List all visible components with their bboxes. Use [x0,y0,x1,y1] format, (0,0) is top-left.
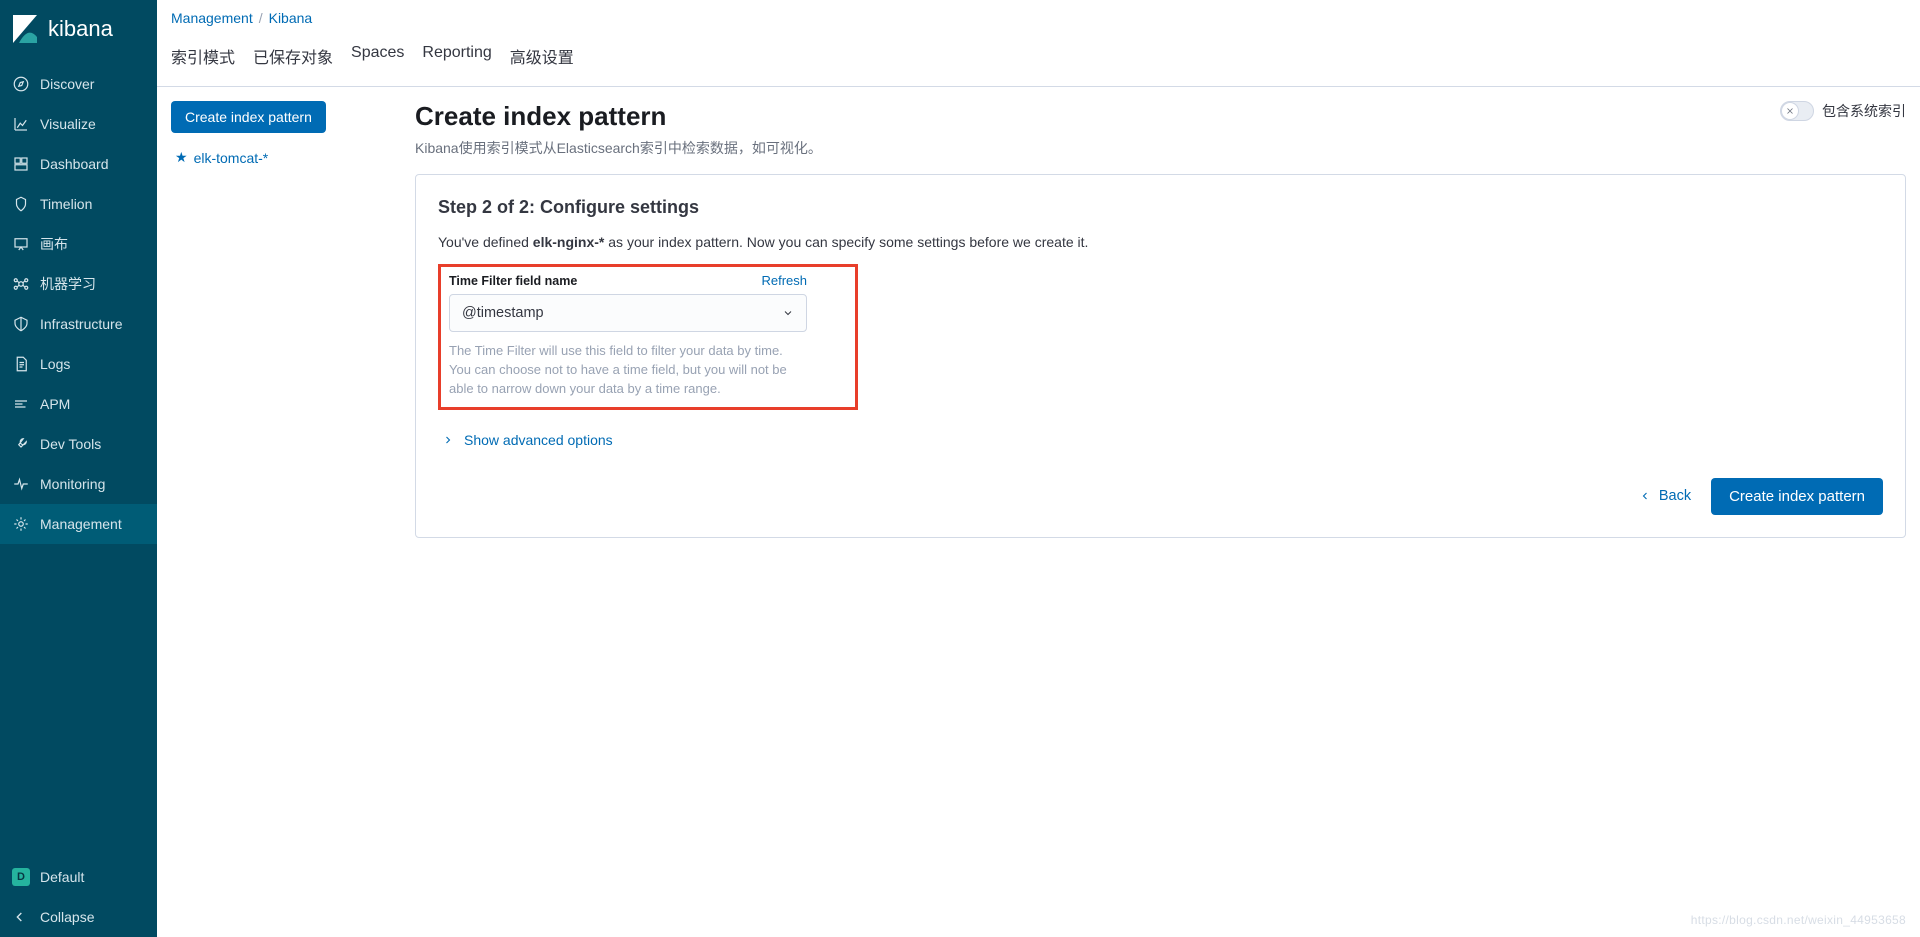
sidebar-item-visualize[interactable]: Visualize [0,104,157,144]
time-filter-field-select[interactable]: @timestamp [449,294,807,332]
breadcrumb-item-kibana[interactable]: Kibana [269,10,313,26]
logs-icon [12,355,40,373]
chevron-down-icon [782,307,794,319]
sidebar-item-label: 画布 [40,234,68,254]
sidebar-item-label: Dev Tools [40,436,101,452]
apm-icon [12,395,40,413]
lead-post: as your index pattern. Now you can speci… [604,234,1088,250]
kibana-logo-icon [12,14,38,44]
system-indices-toggle-area: 包含系统索引 [1780,101,1906,121]
tab-spaces[interactable]: Spaces [351,44,404,72]
sidebar-item-label: Logs [40,356,70,372]
back-button[interactable]: Back [1639,488,1691,504]
sidebar-item-logs[interactable]: Logs [0,344,157,384]
collapse-icon [12,909,40,925]
sidebar-item-label: Visualize [40,116,96,132]
star-icon: ★ [175,149,188,166]
chevron-left-icon [1639,490,1651,502]
gear-icon [12,515,40,533]
sidebar-item-label: Infrastructure [40,316,122,332]
step-title: Step 2 of 2: Configure settings [438,197,1883,218]
index-patterns-list-panel: Create index pattern ★ elk-tomcat-* [171,101,401,538]
system-indices-label: 包含系统索引 [1822,101,1906,121]
time-filter-highlight-box: Time Filter field name Refresh @timestam… [438,264,858,410]
sidebar-item-monitoring[interactable]: Monitoring [0,464,157,504]
sidebar-item-management[interactable]: Management [0,504,157,544]
tab-saved-objects[interactable]: 已保存对象 [253,44,333,72]
sidebar-space-selector[interactable]: D Default [0,857,157,897]
wrench-icon [12,435,40,453]
time-filter-field-label: Time Filter field name [449,274,577,288]
sidebar-item-infra[interactable]: Infrastructure [0,304,157,344]
lead-pre: You've defined [438,234,533,250]
sidebar-item-discover[interactable]: Discover [0,64,157,104]
space-name: Default [40,869,84,885]
switch-knob [1781,102,1799,120]
lead-text: You've defined elk-nginx-* as your index… [438,234,1883,250]
time-filter-hint: The Time Filter will use this field to f… [449,342,809,399]
sidebar-item-apm[interactable]: APM [0,384,157,424]
index-pattern-name: elk-tomcat-* [194,150,269,166]
tabs: 索引模式 已保存对象 Spaces Reporting 高级设置 [157,32,1920,87]
create-index-pattern-list-button[interactable]: Create index pattern [171,101,326,133]
sidebar-item-label: Discover [40,76,94,92]
content: Create index pattern Kibana使用索引模式从Elasti… [415,101,1906,538]
timelion-icon [12,195,40,213]
system-indices-switch[interactable] [1780,101,1814,121]
page-description: Kibana使用索引模式从Elasticsearch索引中检索数据，如可视化。 [415,138,822,158]
advanced-label: Show advanced options [464,432,613,448]
breadcrumb: Management / Kibana [157,0,1920,32]
chevron-right-icon [442,434,454,446]
space-badge: D [12,868,40,886]
select-value: @timestamp [462,305,544,321]
breadcrumb-item-management[interactable]: Management [171,10,253,26]
canvas-icon [12,235,40,253]
page-title: Create index pattern [415,101,822,132]
brand-text: kibana [48,16,113,42]
show-advanced-options[interactable]: Show advanced options [442,432,1883,448]
sidebar-item-canvas[interactable]: 画布 [0,224,157,264]
sidebar-item-dashboard[interactable]: Dashboard [0,144,157,184]
sidebar-item-devtools[interactable]: Dev Tools [0,424,157,464]
close-icon [1785,106,1795,116]
sidebar-item-label: 机器学习 [40,274,96,294]
back-label: Back [1659,488,1691,504]
sidebar-item-timelion[interactable]: Timelion [0,184,157,224]
sidebar: kibana Discover Visualize Dashboard Time… [0,0,157,937]
lead-bold: elk-nginx-* [533,234,605,250]
collapse-label: Collapse [40,909,94,925]
create-index-pattern-button[interactable]: Create index pattern [1711,478,1883,515]
heartbeat-icon [12,475,40,493]
sidebar-nav: Discover Visualize Dashboard Timelion 画布… [0,64,157,937]
breadcrumb-separator: / [259,10,263,26]
sidebar-collapse[interactable]: Collapse [0,897,157,937]
compass-icon [12,75,40,93]
dashboard-icon [12,155,40,173]
chart-icon [12,115,40,133]
tab-advanced-settings[interactable]: 高级设置 [510,44,574,72]
main: Management / Kibana 索引模式 已保存对象 Spaces Re… [157,0,1920,937]
sidebar-item-label: Dashboard [40,156,109,172]
tab-index-patterns[interactable]: 索引模式 [171,44,235,72]
watermark: https://blog.csdn.net/weixin_44953658 [1691,913,1906,927]
sidebar-logo[interactable]: kibana [0,0,157,64]
sidebar-item-label: APM [40,396,70,412]
infra-icon [12,315,40,333]
ml-icon [12,275,40,293]
refresh-link[interactable]: Refresh [761,273,807,288]
sidebar-item-ml[interactable]: 机器学习 [0,264,157,304]
sidebar-item-label: Timelion [40,196,92,212]
index-pattern-item[interactable]: ★ elk-tomcat-* [175,149,401,166]
create-index-pattern-panel: Step 2 of 2: Configure settings You've d… [415,174,1906,538]
sidebar-item-label: Monitoring [40,476,105,492]
tab-reporting[interactable]: Reporting [422,44,491,72]
sidebar-item-label: Management [40,516,122,532]
